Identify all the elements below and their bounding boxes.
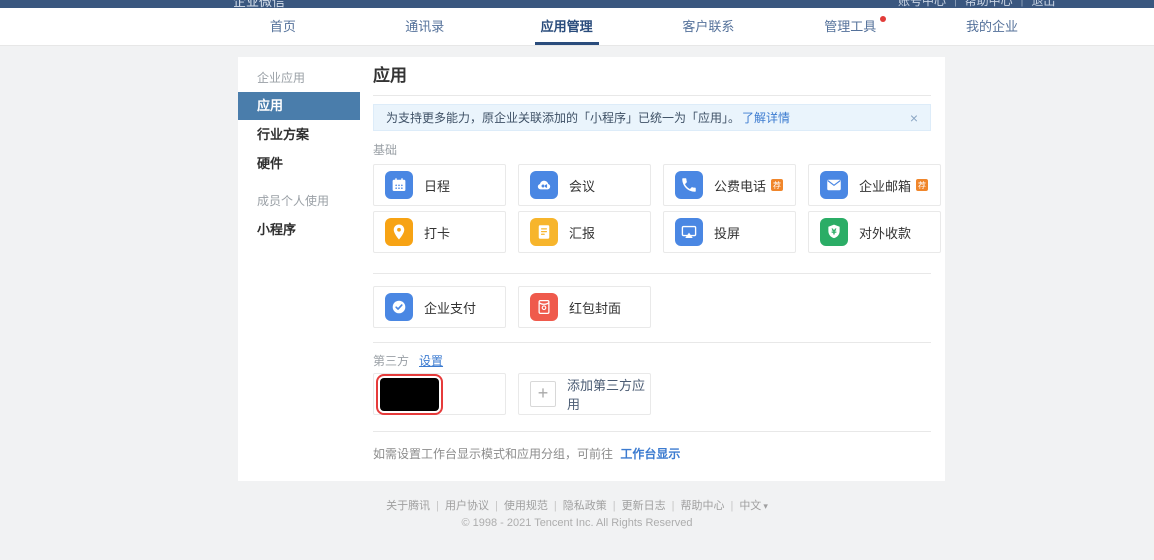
- chevron-down-icon: ▾: [763, 501, 768, 511]
- shield-yuan-icon: ¥: [820, 218, 848, 246]
- sidebar-item-industry-solutions[interactable]: 行业方案: [238, 120, 360, 149]
- nav-tab-home[interactable]: 首页: [212, 8, 354, 45]
- main-content: 应用 为支持更多能力，原企业关联添加的「小程序」已统一为「应用」。 了解详情 ×…: [360, 57, 945, 481]
- copyright-text: © 1998 - 2021 Tencent Inc. All Rights Re…: [0, 517, 1154, 529]
- app-name: 日程: [424, 176, 450, 195]
- nav-tab-contacts[interactable]: 通讯录: [354, 8, 496, 45]
- account-links[interactable]: 账号中心 ｜ 帮助中心 ｜ 退出: [898, 0, 1055, 8]
- app-name: 投屏: [714, 223, 740, 242]
- app-row-third-party: + 添加第三方应用: [373, 373, 945, 415]
- content-panel: 企业应用 应用 行业方案 硬件 成员个人使用 小程序 应用 为支持更多能力，原企…: [238, 57, 945, 481]
- app-card-enterprise-mail[interactable]: 企业邮箱 荐: [808, 164, 941, 206]
- nav-tab-customer-contact[interactable]: 客户联系: [637, 8, 779, 45]
- app-name: 会议: [569, 176, 595, 195]
- app-name: 红包封面: [569, 298, 621, 317]
- app-card-free-call[interactable]: 公费电话 荐: [663, 164, 796, 206]
- app-name: 企业邮箱: [859, 176, 911, 195]
- notification-dot: [880, 16, 886, 22]
- app-row-2: 打卡 汇报 投屏 ¥ 对: [373, 211, 945, 253]
- svg-text:¥: ¥: [831, 227, 837, 236]
- top-account-bar: 企业微信 账号中心 ｜ 帮助中心 ｜ 退出: [0, 0, 1154, 8]
- sidebar: 企业应用 应用 行业方案 硬件 成员个人使用 小程序: [238, 57, 360, 481]
- sidebar-item-hardware[interactable]: 硬件: [238, 149, 360, 178]
- section-divider: [373, 342, 931, 343]
- footer-links: 关于腾讯|用户协议|使用规范|隐私政策|更新日志|帮助中心|中文▾: [0, 497, 1154, 513]
- nav-tab-admin-tools[interactable]: 管理工具: [779, 8, 921, 45]
- footer-link-help-center[interactable]: 帮助中心: [680, 500, 724, 512]
- sidebar-item-miniprogram[interactable]: 小程序: [238, 215, 360, 244]
- screen-cast-icon: [675, 218, 703, 246]
- annotation-highlight-box: [376, 374, 443, 415]
- add-third-party-app-button[interactable]: + 添加第三方应用: [518, 373, 651, 415]
- app-name: 汇报: [569, 223, 595, 242]
- sidebar-item-apps[interactable]: 应用: [238, 92, 360, 120]
- third-party-settings-link[interactable]: 设置: [419, 352, 443, 369]
- pay-check-icon: [385, 293, 413, 321]
- notice-banner: 为支持更多能力，原企业关联添加的「小程序」已统一为「应用」。 了解详情 ×: [373, 104, 931, 131]
- footer-link-user-agreement[interactable]: 用户协议: [445, 500, 489, 512]
- location-pin-icon: [385, 218, 413, 246]
- mail-icon: [820, 171, 848, 199]
- workbench-display-link[interactable]: 工作台显示: [620, 447, 680, 461]
- app-name: 企业支付: [424, 298, 476, 317]
- close-icon[interactable]: ×: [910, 111, 918, 125]
- footer-link-changelog[interactable]: 更新日志: [622, 500, 666, 512]
- paid-badge-icon: 荐: [771, 179, 783, 191]
- app-name: 对外收款: [859, 223, 911, 242]
- basic-section-label: 基础: [373, 141, 945, 158]
- redacted-app-identity: [380, 378, 439, 411]
- learn-more-link[interactable]: 了解详情: [742, 109, 790, 126]
- third-party-header: 第三方 设置: [373, 352, 945, 369]
- footer-link-about-tencent[interactable]: 关于腾讯: [386, 500, 430, 512]
- paid-badge-icon: 荐: [916, 179, 928, 191]
- phone-icon: [675, 171, 703, 199]
- app-name: 打卡: [424, 223, 450, 242]
- app-card-meeting[interactable]: 会议: [518, 164, 651, 206]
- footer-link-usage-rules[interactable]: 使用规范: [504, 500, 548, 512]
- page-footer: 关于腾讯|用户协议|使用规范|隐私政策|更新日志|帮助中心|中文▾ © 1998…: [0, 497, 1154, 529]
- app-row-1: 日程 会议 公费电话 荐: [373, 164, 945, 206]
- sidebar-section-member-personal: 成员个人使用: [238, 178, 360, 215]
- third-party-app-card-redacted[interactable]: [373, 373, 506, 415]
- enterprise-wechat-logo[interactable]: 企业微信: [233, 0, 285, 8]
- workbench-note: 如需设置工作台显示模式和应用分组，可前往 工作台显示: [373, 445, 945, 462]
- note-text: 如需设置工作台显示模式和应用分组，可前往: [373, 447, 613, 461]
- calendar-icon: [385, 171, 413, 199]
- app-card-check-in[interactable]: 打卡: [373, 211, 506, 253]
- app-card-collect-payment[interactable]: ¥ 对外收款: [808, 211, 941, 253]
- page-title: 应用: [373, 66, 945, 86]
- nav-tab-app-management[interactable]: 应用管理: [496, 8, 638, 45]
- title-divider: [373, 95, 931, 96]
- language-selector[interactable]: 中文▾: [739, 500, 768, 512]
- footer-link-privacy-policy[interactable]: 隐私政策: [563, 500, 607, 512]
- nav-items: 首页 通讯录 应用管理 客户联系 管理工具 我的企业: [212, 8, 1063, 45]
- report-doc-icon: [530, 218, 558, 246]
- third-party-label: 第三方: [373, 352, 409, 369]
- main-navbar: 首页 通讯录 应用管理 客户联系 管理工具 我的企业: [0, 8, 1154, 46]
- app-card-report[interactable]: 汇报: [518, 211, 651, 253]
- section-divider: [373, 273, 931, 274]
- active-tab-underline: [535, 42, 599, 45]
- app-card-calendar[interactable]: 日程: [373, 164, 506, 206]
- app-name: 公费电话: [714, 176, 766, 195]
- plus-icon: +: [530, 381, 556, 407]
- app-card-red-packet-cover[interactable]: 红包封面: [518, 286, 651, 328]
- enterprise-wechat-admin-screen: 企业微信 账号中心 ｜ 帮助中心 ｜ 退出 首页 通讯录 应用管理 客户联系 管…: [0, 0, 1154, 560]
- red-packet-icon: [530, 293, 558, 321]
- sidebar-section-enterprise-apps: 企业应用: [238, 57, 360, 92]
- app-card-enterprise-pay[interactable]: 企业支付: [373, 286, 506, 328]
- meeting-icon: [530, 171, 558, 199]
- notice-text: 为支持更多能力，原企业关联添加的「小程序」已统一为「应用」。: [386, 109, 740, 126]
- nav-tab-my-enterprise[interactable]: 我的企业: [921, 8, 1063, 45]
- add-third-party-label: 添加第三方应用: [567, 375, 650, 413]
- app-card-screen-cast[interactable]: 投屏: [663, 211, 796, 253]
- section-divider: [373, 431, 931, 432]
- app-row-3: 企业支付 红包封面: [373, 286, 945, 328]
